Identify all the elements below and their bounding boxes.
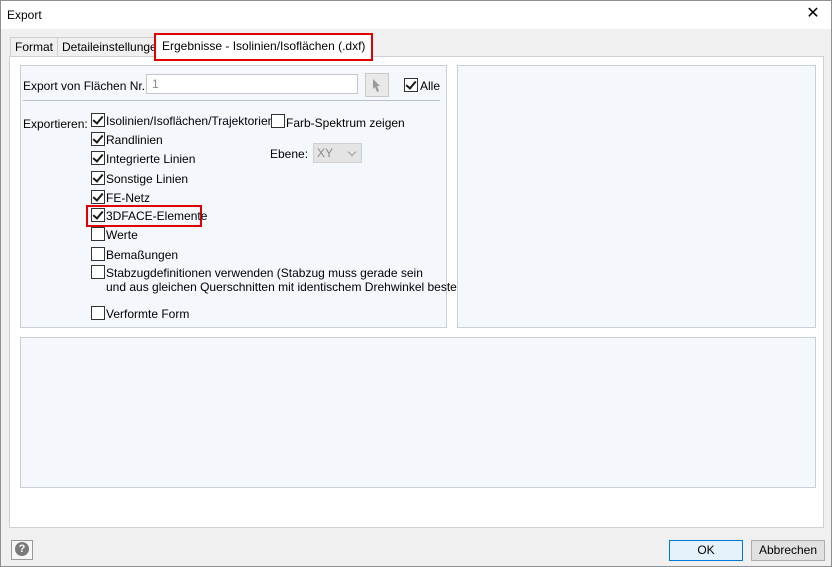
all-checkbox[interactable] [404,78,418,92]
export-dialog: Export ✕ Format Detaileinstellungen Expo… [0,0,832,567]
checkbox-stabzugdefinitionen[interactable] [91,265,105,279]
3dface-elemente-label: 3DFACE-Elemente [106,209,208,223]
window-title: Export [7,8,42,22]
isolinien-label: Isolinien/Isoflächen/Trajektorien [106,114,275,128]
checkbox-bemassungen[interactable] [91,247,105,261]
ebene-select[interactable]: XY [313,143,362,163]
tab-content: Export von Flächen Nr.: 1 Alle Exportier… [9,56,824,528]
stabzug-label-line2: und aus gleichen Querschnitten mit ident… [106,280,481,294]
pick-surface-button[interactable] [365,73,389,97]
ebene-value: XY [317,146,334,160]
checkbox-fe-netz[interactable] [91,190,105,204]
sonstige-linien-label: Sonstige Linien [106,172,189,186]
werte-label: Werte [106,228,138,242]
separator [23,100,440,101]
ebene-label: Ebene: [270,147,309,161]
checkbox-isolinien[interactable] [91,113,105,127]
tab-ergebnisse[interactable]: Ergebnisse - Isolinien/Isoflächen (.dxf) [154,33,374,61]
help-icon: ? [15,542,29,556]
surface-number-input[interactable]: 1 [146,74,358,94]
checkbox-sonstige-linien[interactable] [91,171,105,185]
title-bar: Export ✕ [1,1,831,29]
tab-detaileinstellungen-label: Detaileinstellungen [62,40,164,54]
help-button[interactable]: ? [11,540,33,560]
checkbox-werte[interactable] [91,227,105,241]
export-label: Exportieren: [23,117,88,131]
fe-netz-label: FE-Netz [106,191,151,205]
tab-detaileinstellungen[interactable]: Detaileinstellungen [57,37,169,58]
verformte-form-label: Verformte Form [106,307,190,321]
export-from-label: Export von Flächen Nr.: [23,79,149,93]
ok-button[interactable]: OK [669,540,743,561]
tab-format[interactable]: Format [10,37,59,58]
checkbox-3dface-elemente[interactable] [91,208,105,222]
close-icon[interactable]: ✕ [803,4,823,24]
checkbox-integrierte-linien[interactable] [91,151,105,165]
tab-ergebnisse-label: Ergebnisse - Isolinien/Isoflächen (.dxf) [162,39,366,53]
farb-spektrum-label: Farb-Spektrum zeigen [286,116,405,130]
checkbox-randlinien[interactable] [91,132,105,146]
randlinien-label: Randlinien [106,133,163,147]
integrierte-linien-label: Integrierte Linien [106,152,196,166]
all-label: Alle [420,79,441,93]
chevron-down-icon [347,147,357,157]
stabzug-label-line1: Stabzugdefinitionen verwenden (Stabzug m… [106,266,423,280]
checkbox-farb-spektrum[interactable] [271,114,285,128]
export-options-group: Export von Flächen Nr.: 1 Alle Exportier… [20,65,481,328]
info-group [20,337,816,488]
pick-surface-icon [373,79,380,92]
checkbox-verformte-form[interactable] [91,306,105,320]
cancel-button[interactable]: Abbrechen [751,540,825,561]
preview-group [457,65,816,328]
bemassungen-label: Bemaßungen [106,248,179,262]
tab-format-label: Format [15,40,54,54]
